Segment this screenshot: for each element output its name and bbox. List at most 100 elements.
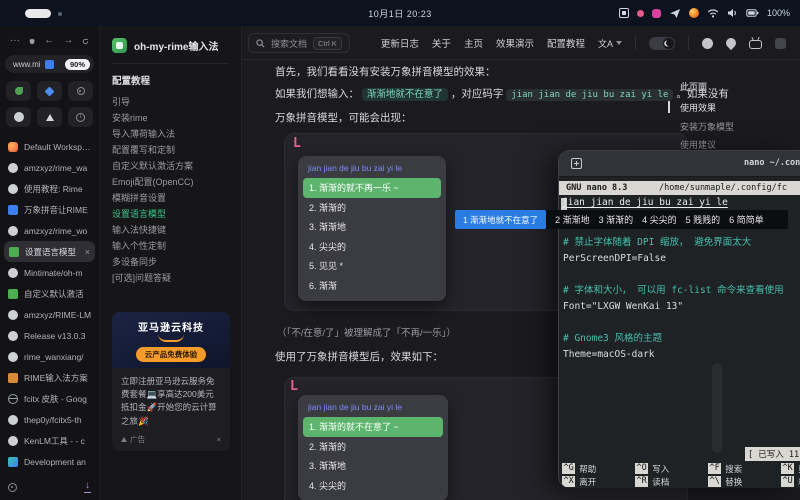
telegram-icon[interactable]: [669, 8, 681, 19]
browser-tab[interactable]: 万象拼音让RIME: [0, 199, 99, 220]
back-icon[interactable]: ←: [44, 36, 54, 46]
battery-icon[interactable]: [746, 8, 759, 18]
ime-candidate: 3. 渐渐地: [303, 217, 441, 237]
browser-tab[interactable]: amzxyz/rime_wa: [0, 157, 99, 178]
divider: [688, 36, 689, 50]
extension-button-github[interactable]: [6, 107, 31, 127]
outline-item-active[interactable]: 使用效果: [680, 101, 716, 114]
theme-toggle[interactable]: [649, 37, 675, 50]
github-favicon: [8, 352, 18, 362]
browser-tab[interactable]: rime_wanxiang/: [0, 346, 99, 367]
browser-tab[interactable]: thep0y/fcitx5-th: [0, 409, 99, 430]
sidebar-item[interactable]: 输入个性定制: [112, 238, 229, 254]
github-favicon: [8, 184, 18, 194]
url-text: www.mi: [13, 60, 41, 69]
sidebar-item[interactable]: 安装rime: [112, 110, 229, 126]
system-tray: 100%: [619, 0, 790, 26]
forward-icon[interactable]: →: [63, 36, 73, 46]
search-button[interactable]: 搜索文档 Ctrl K: [248, 33, 350, 53]
terminal-titlebar[interactable]: nano ~/.config: [559, 151, 800, 177]
sidebar-item[interactable]: 配置覆写和定制: [112, 142, 229, 158]
gitee-icon[interactable]: [724, 36, 738, 50]
extension-button-info[interactable]: i: [68, 107, 93, 127]
browser-tab[interactable]: 使用教程: Rime: [0, 178, 99, 199]
sidebar-item[interactable]: 输入法快捷键: [112, 222, 229, 238]
sidebar-item[interactable]: 模糊拼音设置: [112, 190, 229, 206]
tab-close-icon[interactable]: ×: [85, 247, 90, 257]
tray-app-icon-magenta[interactable]: [652, 9, 661, 18]
workspace-row[interactable]: Default Worksp…: [0, 136, 99, 157]
browser-tab[interactable]: amzxyz/rime_wo: [0, 220, 99, 241]
editor-line: Font="LXGW WenKai 13": [563, 299, 800, 315]
sidebar-item[interactable]: [可选]问题答疑: [112, 270, 229, 286]
ad-label: 广告: [130, 434, 145, 445]
nav-link[interactable]: 主页: [464, 36, 483, 50]
extension-button-triangle[interactable]: [37, 107, 62, 127]
firefox-icon[interactable]: [689, 8, 699, 18]
input-method-icon[interactable]: [619, 8, 629, 18]
nav-link[interactable]: 效果演示: [496, 36, 534, 50]
url-bar[interactable]: www.mi 90%: [5, 55, 94, 73]
afdian-icon[interactable]: [775, 38, 786, 49]
ad-close-icon[interactable]: ×: [217, 435, 221, 444]
shortcut-label: 替换: [725, 476, 742, 488]
shortcut-key: ^U: [781, 476, 794, 487]
sidebar-bottom-bar: ↓: [0, 475, 99, 500]
fcitx-candidates[interactable]: 2 渐渐地 3 渐渐的 4 尖尖的 5 贱贱的 6 简简单: [546, 210, 788, 229]
bilibili-icon[interactable]: [749, 40, 762, 49]
browser-toolbar: ··· ← →: [0, 26, 99, 48]
sidebar-item[interactable]: 多设备同步: [112, 254, 229, 270]
nav-link[interactable]: 关于: [432, 36, 451, 50]
browser-tab[interactable]: Mintimate/oh-m: [0, 262, 99, 283]
gear-icon: [77, 87, 85, 95]
zoom-level-badge[interactable]: 90%: [65, 59, 90, 70]
site-header[interactable]: oh-my-rime输入法: [112, 38, 229, 53]
terminal-preedit: jian jian de jiu bu zai yi le: [562, 197, 728, 208]
browser-tab[interactable]: Development an: [0, 451, 99, 472]
tray-app-icon-pink[interactable]: [637, 10, 644, 17]
github-favicon: [8, 415, 18, 425]
ad-card[interactable]: 亚马逊云科技 云产品免费体验 立即注册亚马逊云服务免费套餐💻享高达200美元抵扣…: [112, 312, 230, 451]
sidebar-item[interactable]: 引导: [112, 94, 229, 110]
fcitx-candidate-selected[interactable]: 1 渐渐地就不在意了: [455, 210, 546, 229]
browser-tab[interactable]: Release v13.0.3: [0, 325, 99, 346]
editor-line: # 禁止字体随着 DPI 缩放， 避免界面太大: [563, 235, 800, 251]
navbar-links: 更新日志 关于 主页 效果演示 配置教程 文A: [381, 26, 786, 60]
ime-candidate: 6. 渐渐: [303, 276, 441, 296]
nav-link[interactable]: 更新日志: [381, 36, 419, 50]
new-tab-icon[interactable]: [571, 158, 582, 169]
language-selector[interactable]: 文A: [598, 37, 622, 50]
paragraph: 首先，我们看看没有安装万象拼音模型的效果：: [275, 64, 496, 79]
browser-tab-active[interactable]: 设置语言模型 ×: [4, 241, 95, 262]
ad-banner-button[interactable]: 云产品免费体验: [136, 347, 207, 362]
sidebar-item[interactable]: 导入薄荷输入法: [112, 126, 229, 142]
sidebar-item[interactable]: Emoji配置(OpenCC): [112, 174, 229, 190]
browser-tab[interactable]: amzxyz/RIME-LM: [0, 304, 99, 325]
browser-tab[interactable]: fcitx 皮肤 - Goog: [0, 388, 99, 409]
browser-tab[interactable]: RIME输入法方案: [0, 367, 99, 388]
more-menu-icon[interactable]: ···: [10, 36, 20, 46]
nav-link[interactable]: 配置教程: [547, 36, 585, 50]
nano-editor[interactable]: # 禁止字体随着 DPI 缩放， 避免界面太大 PerScreenDPI=Fal…: [563, 235, 800, 363]
terminal-window[interactable]: nano ~/.config GNU nano 8.3 /home/sunmap…: [558, 150, 800, 488]
downloads-icon[interactable]: ↓: [84, 481, 91, 493]
github-favicon: [8, 331, 18, 341]
browser-tab[interactable]: 自定义默认激活: [0, 283, 99, 304]
extension-badge-icon[interactable]: [45, 60, 54, 69]
settings-gear-icon[interactable]: [8, 483, 17, 492]
extension-button-leaf[interactable]: [6, 81, 31, 101]
extension-button-sparkle[interactable]: [37, 81, 62, 101]
paragraph: 如果我们想输入： 渐渐地就不在意了 ，对应码字 jian jian de jiu…: [275, 86, 729, 101]
volume-icon[interactable]: [727, 8, 738, 18]
shield-icon[interactable]: [29, 36, 35, 47]
sidebar-item-active[interactable]: 设置语言模型: [112, 206, 229, 222]
sidebar-item[interactable]: 自定义默认激活方案: [112, 158, 229, 174]
extension-button-settings[interactable]: [68, 81, 93, 101]
github-icon[interactable]: [702, 38, 713, 49]
mint-doc-favicon: [9, 247, 19, 257]
reload-icon[interactable]: [82, 36, 89, 47]
terminal-scrollbar[interactable]: [712, 363, 722, 453]
browser-tab[interactable]: KenLM工具 - - c: [0, 430, 99, 451]
wifi-icon[interactable]: [707, 8, 719, 18]
outline-item[interactable]: 安装万象模型: [680, 120, 734, 133]
